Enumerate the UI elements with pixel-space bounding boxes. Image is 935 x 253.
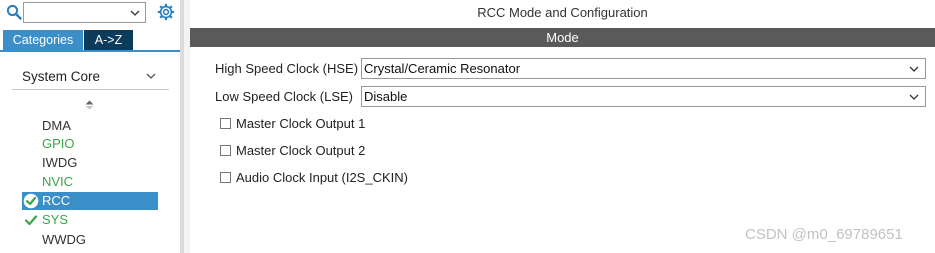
chevron-down-icon[interactable] <box>145 70 157 82</box>
list-item-iwdg[interactable]: IWDG <box>22 154 158 172</box>
list-item-rcc[interactable]: RCC <box>22 192 158 210</box>
list-item-dma[interactable]: DMA <box>22 117 158 135</box>
category-tabs: Categories A->Z <box>0 30 180 50</box>
chevron-down-icon[interactable] <box>129 7 141 19</box>
lse-select-value: Disable <box>364 89 408 104</box>
list-item-label: IWDG <box>42 155 78 170</box>
page-title: RCC Mode and Configuration <box>477 5 648 20</box>
hse-select-value: Crystal/Ceramic Resonator <box>364 61 521 76</box>
lse-label: Low Speed Clock (LSE) <box>215 89 354 104</box>
chevron-down-icon[interactable] <box>908 63 920 75</box>
hse-label: High Speed Clock (HSE) <box>215 61 359 76</box>
check-circle-icon <box>23 193 39 209</box>
chevron-down-icon[interactable] <box>908 91 920 103</box>
search-input[interactable] <box>23 2 146 23</box>
list-item-label: DMA <box>42 118 71 133</box>
sort-icon[interactable] <box>85 100 94 110</box>
master-clock-output-2-checkbox[interactable] <box>220 145 231 156</box>
list-item-gpio[interactable]: GPIO <box>22 135 158 153</box>
gear-icon[interactable] <box>157 3 175 21</box>
search-icon[interactable] <box>6 4 22 20</box>
checkbox-label: Audio Clock Input (I2S_CKIN) <box>236 170 408 185</box>
watermark: CSDN @m0_69789651 <box>745 226 903 243</box>
checkbox-label: Master Clock Output 2 <box>236 143 366 158</box>
list-item-sys[interactable]: SYS <box>22 211 158 229</box>
configuration-panel: RCC Mode and Configuration Mode High Spe… <box>190 0 935 253</box>
checkbox-label: Master Clock Output 1 <box>236 116 366 131</box>
categories-panel: Categories A->Z System Core DMA GPIO IWD… <box>0 0 180 253</box>
list-item-wwdg[interactable]: WWDG <box>22 231 158 249</box>
hse-select[interactable]: Crystal/Ceramic Resonator <box>361 58 926 79</box>
check-icon <box>24 215 38 226</box>
tab-a-to-z[interactable]: A->Z <box>84 30 133 50</box>
master-clock-output-1-checkbox[interactable] <box>220 118 231 129</box>
list-item-label: SYS <box>42 212 69 227</box>
tab-categories[interactable]: Categories <box>3 30 83 50</box>
tabs-underline <box>0 50 180 52</box>
section-system-core[interactable]: System Core <box>12 66 169 90</box>
list-item-label: RCC <box>42 193 71 208</box>
mode-section-header[interactable]: Mode <box>190 28 935 47</box>
list-item-label: GPIO <box>42 136 75 151</box>
list-item-label: WWDG <box>42 232 87 247</box>
list-item-label: NVIC <box>42 174 74 189</box>
audio-clock-input-checkbox[interactable] <box>220 172 231 183</box>
list-item-nvic[interactable]: NVIC <box>22 173 158 191</box>
section-label: System Core <box>22 69 101 84</box>
lse-select[interactable]: Disable <box>361 86 926 107</box>
